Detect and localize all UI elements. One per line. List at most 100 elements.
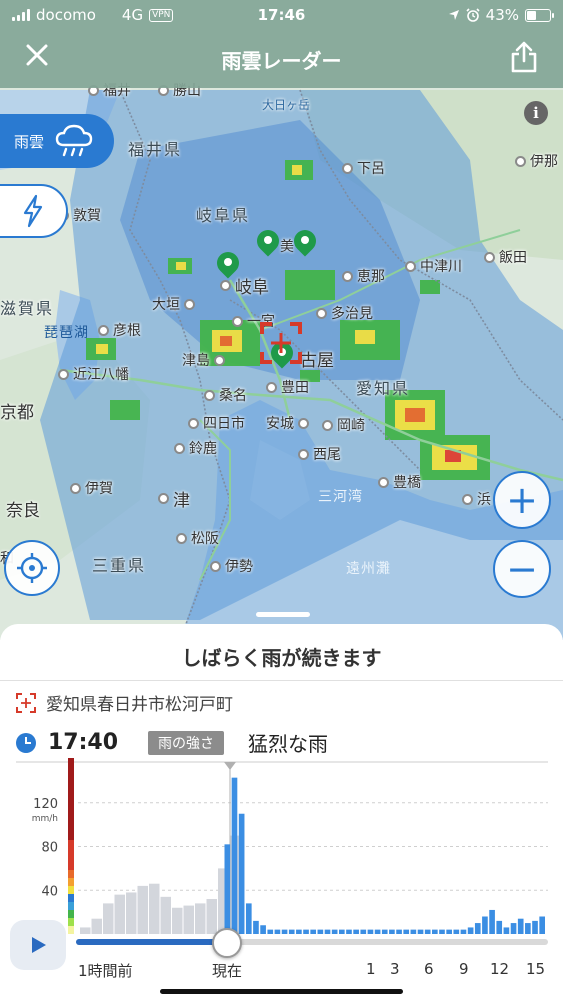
place-mino: 美: [280, 239, 294, 255]
rain-cloud-icon: [55, 124, 93, 157]
place-tsu: 津: [158, 486, 190, 511]
future-bar: [467, 927, 474, 934]
zoom-out-button[interactable]: −: [493, 540, 551, 598]
past-bar: [114, 894, 125, 934]
map-pin-gifu[interactable]: [216, 252, 240, 282]
place-toyota: 豊田: [266, 377, 309, 397]
intensity-scale-segment: [68, 840, 74, 870]
place-nara: 奈良: [6, 501, 40, 521]
radar-map[interactable]: 福井 勝山 福井県 大日ヶ岳 下呂 伊那 岐阜県 敦賀 美 岐阜 恵那 中津川 …: [0, 0, 563, 640]
sheet-drag-handle[interactable]: [256, 612, 310, 617]
clock-icon: [16, 732, 36, 753]
past-bar: [183, 905, 194, 934]
future-bar: [432, 929, 438, 934]
place-hikone: 彦根: [98, 320, 141, 340]
future-bar: [367, 929, 374, 934]
intensity-scale-segment: [68, 926, 74, 934]
future-bar: [424, 929, 431, 934]
future-bar: [238, 813, 245, 934]
future-bar: [510, 923, 517, 934]
place-ogaki: 大垣: [152, 294, 195, 314]
place-kyoto: 京都: [0, 403, 34, 423]
future-bar: [360, 929, 367, 934]
region-gifu-pref: 岐阜県: [196, 206, 251, 225]
place-toyohashi: 豊橋: [378, 472, 421, 492]
past-bar: [195, 903, 206, 934]
place-kuwana: 桑名: [204, 385, 247, 405]
intensity-scale-segment: [68, 870, 74, 878]
future-bar: [474, 923, 481, 934]
play-button[interactable]: [10, 920, 66, 970]
place-iida: 飯田: [484, 247, 527, 267]
future-bar: [331, 929, 338, 934]
close-button[interactable]: [22, 42, 52, 72]
target-location-icon: [260, 322, 302, 364]
future-bar: [346, 929, 352, 934]
share-icon: [511, 41, 537, 73]
place-nishio: 西尾: [298, 444, 341, 464]
place-tajimi: 多治見: [316, 303, 373, 323]
past-bar: [91, 918, 102, 934]
rain-layer-label: 雨雲: [14, 132, 45, 151]
info-button[interactable]: i: [524, 101, 548, 125]
vpn-badge: VPN: [149, 8, 174, 22]
signal-icon: [12, 9, 30, 21]
future-bar: [224, 844, 231, 934]
region-mie-pref: 三重県: [92, 556, 147, 575]
carrier-label: docomo: [36, 6, 96, 24]
locate-button[interactable]: [4, 540, 60, 596]
future-bar: [496, 920, 503, 934]
past-bar: [126, 892, 137, 934]
x-tick-label: 12: [490, 960, 510, 978]
place-ena: 恵那: [342, 266, 385, 286]
intensity-scale-segment: [68, 910, 74, 918]
map-pin-mino-2[interactable]: [293, 230, 317, 260]
intensity-badge: 雨の強さ: [148, 730, 225, 755]
location-row: 愛知県春日井市松河戸町: [16, 690, 233, 715]
future-bar: [281, 929, 288, 934]
intensity-scale-segment: [68, 902, 74, 910]
future-bar: [403, 929, 410, 934]
place-yokkaichi: 四日市: [188, 413, 245, 433]
close-icon: [26, 44, 48, 66]
zoom-in-button[interactable]: +: [493, 471, 551, 529]
lightning-layer-button[interactable]: [0, 184, 68, 238]
battery-icon: [525, 8, 554, 22]
future-bar: [539, 916, 545, 934]
place-matsusaka: 松阪: [176, 528, 219, 548]
future-bar: [267, 929, 274, 934]
target-marker-icon: [16, 692, 36, 713]
place-hama: 浜: [462, 489, 491, 509]
y-unit-label: mm/h: [32, 814, 58, 824]
intensity-scale-segment: [68, 878, 74, 886]
zoom-out-label: −: [506, 547, 538, 591]
location-name: 愛知県春日井市松河戸町: [46, 695, 233, 715]
future-bar: [260, 925, 266, 934]
home-indicator: [160, 989, 403, 994]
future-bar: [439, 929, 445, 934]
place-gero: 下呂: [342, 158, 385, 178]
future-bar: [310, 929, 317, 934]
region-aichi-pref: 愛知県: [356, 379, 411, 398]
place-suzuka: 鈴鹿: [174, 438, 217, 458]
future-bar: [245, 903, 252, 934]
place-iga: 伊賀: [70, 478, 113, 498]
region-fukui-pref: 福井県: [128, 140, 183, 159]
place-nagoya: 古屋: [300, 351, 334, 371]
x-tick-label: 6: [424, 960, 434, 978]
place-anjo: 安城: [266, 413, 309, 433]
future-bar: [453, 929, 460, 934]
share-button[interactable]: [509, 40, 539, 74]
time-row: 17:40 雨の強さ 猛烈な雨: [16, 728, 328, 757]
future-bar: [317, 929, 324, 934]
map-pin-mino-1[interactable]: [256, 230, 280, 260]
timeline-scrubber[interactable]: [212, 928, 242, 958]
y-tick-label: 120: [33, 797, 58, 812]
timeline-progress: [76, 939, 228, 945]
rain-layer-button[interactable]: 雨雲: [0, 114, 114, 168]
future-bar: [353, 929, 359, 934]
future-bar: [288, 929, 295, 934]
forecast-headline: しばらく雨が続きます: [181, 646, 382, 670]
x-tick-label: 1: [366, 960, 376, 978]
y-tick-label: 40: [41, 884, 58, 899]
